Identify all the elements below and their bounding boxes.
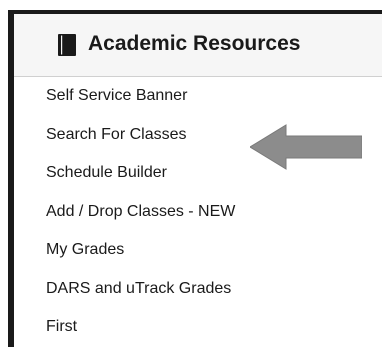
link-add-drop-classes[interactable]: Add / Drop Classes - NEW: [14, 193, 382, 232]
panel-header: Academic Resources: [14, 14, 382, 77]
resource-links-list: Self Service Banner Search For Classes S…: [14, 77, 382, 347]
link-first[interactable]: First: [14, 308, 382, 347]
screenshot-frame: Academic Resources Self Service Banner S…: [0, 0, 382, 347]
academic-resources-panel: Academic Resources Self Service Banner S…: [8, 10, 382, 347]
link-my-grades[interactable]: My Grades: [14, 231, 382, 270]
link-self-service-banner[interactable]: Self Service Banner: [14, 77, 382, 116]
book-icon: [58, 34, 76, 56]
link-dars-utrack-grades[interactable]: DARS and uTrack Grades: [14, 270, 382, 309]
panel-title: Academic Resources: [88, 32, 301, 55]
arrow-left-icon: [250, 124, 362, 170]
